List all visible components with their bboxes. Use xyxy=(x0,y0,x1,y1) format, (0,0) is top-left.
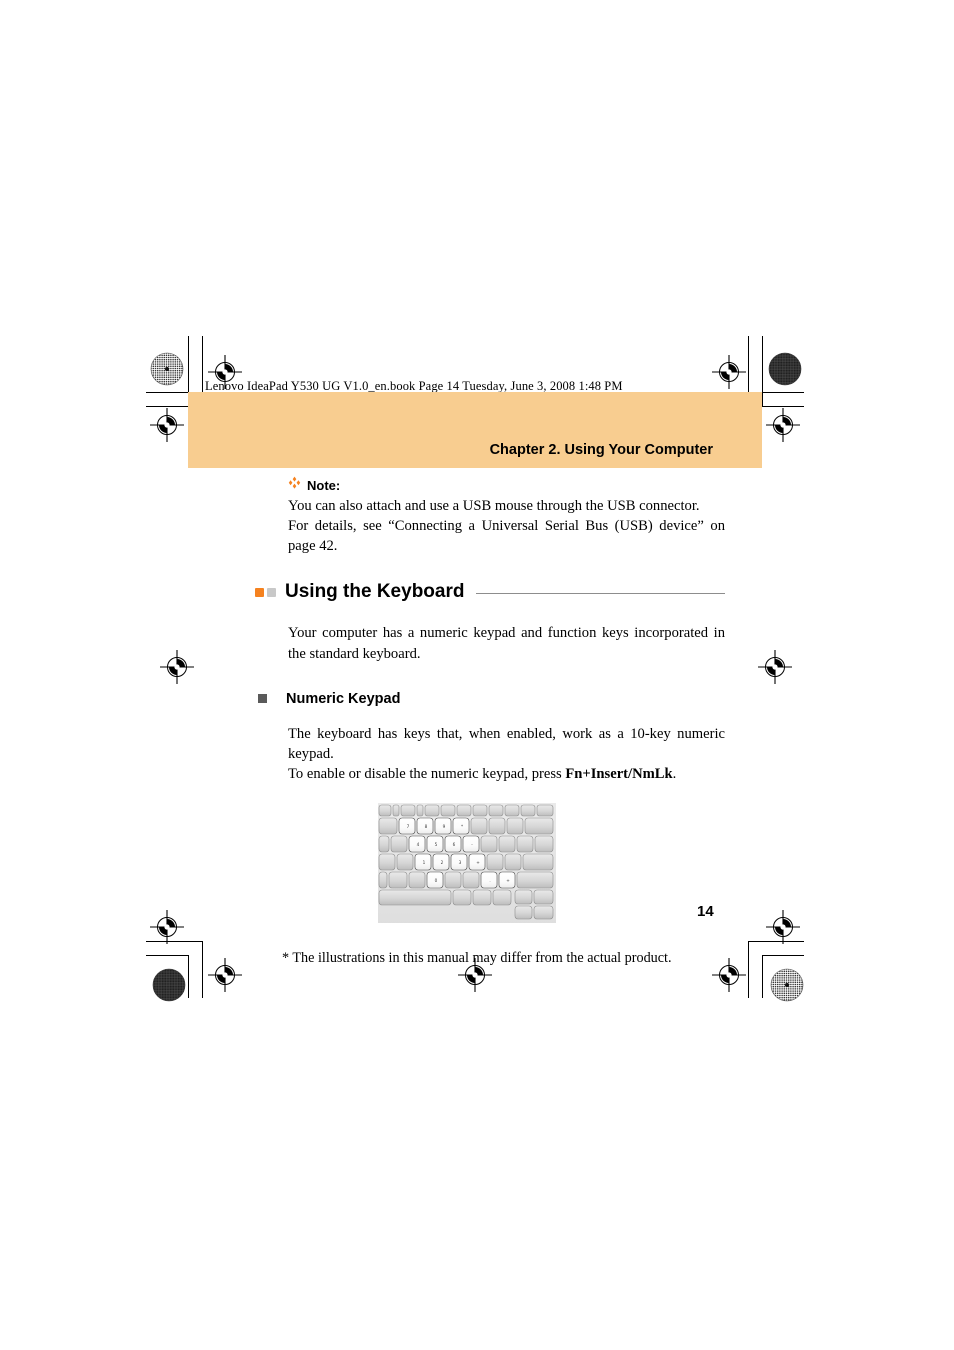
svg-text:+: + xyxy=(476,860,480,865)
section-title: Using the Keyboard xyxy=(285,581,465,603)
registration-target-icon xyxy=(712,355,746,389)
crop-mark-line xyxy=(146,955,188,956)
chapter-title: Chapter 2. Using Your Computer xyxy=(489,442,713,458)
svg-text:3: 3 xyxy=(459,860,462,865)
keyboard-shortcut-label: Fn+Insert/NmLk xyxy=(565,765,673,782)
figure-caption: * The illustrations in this manual may d… xyxy=(282,950,672,966)
registration-target-icon xyxy=(766,910,800,944)
registration-target-icon xyxy=(208,958,242,992)
page-content: Note: You can also attach and use a USB … xyxy=(255,476,725,967)
note-line-1: You can also attach and use a USB mouse … xyxy=(288,498,700,514)
note-line-3: page 42. xyxy=(288,538,338,555)
crop-mark-line xyxy=(202,336,203,393)
gray-square-bullet-icon xyxy=(267,587,276,597)
registration-target-icon xyxy=(766,408,800,442)
halftone-density-circle xyxy=(152,968,186,1002)
subsection-heading-numeric-keypad: Numeric Keypad xyxy=(258,691,725,707)
registration-target-icon xyxy=(758,650,792,684)
svg-text:1: 1 xyxy=(423,860,426,865)
svg-text:7: 7 xyxy=(407,824,410,829)
svg-text:0: 0 xyxy=(435,878,438,883)
subsection-paragraph-1: The keyboard has keys that, when enabled… xyxy=(288,725,725,762)
registration-target-icon xyxy=(160,650,194,684)
registration-target-icon xyxy=(150,408,184,442)
svg-text:+: + xyxy=(506,878,510,883)
svg-text:8: 8 xyxy=(425,824,428,829)
note-body: You can also attach and use a USB mouse … xyxy=(288,496,725,556)
section-rule-divider xyxy=(476,593,725,595)
svg-text:6: 6 xyxy=(453,842,456,847)
enable-instruction-suffix: . xyxy=(672,765,677,782)
svg-text:5: 5 xyxy=(435,842,438,847)
subsection-paragraph-2: To enable or disable the numeric keypad,… xyxy=(288,764,725,784)
enable-instruction-prefix: To enable or disable the numeric keypad,… xyxy=(288,765,566,782)
dark-square-bullet-icon xyxy=(258,694,267,704)
crop-mark-line xyxy=(188,955,189,998)
svg-text:.: . xyxy=(489,878,490,883)
halftone-density-circle xyxy=(770,968,804,1002)
crop-mark-line xyxy=(762,955,804,956)
svg-text:*: * xyxy=(461,824,463,829)
registration-target-icon xyxy=(150,910,184,944)
svg-text:4: 4 xyxy=(417,842,420,847)
page-number: 14 xyxy=(697,903,714,920)
section-heading-using-the-keyboard: Using the Keyboard xyxy=(255,581,725,603)
crop-mark-line xyxy=(762,406,804,407)
note-line-2: For details, see “Connecting a Universal… xyxy=(288,518,725,535)
halftone-density-circle xyxy=(150,352,184,386)
crop-mark-line xyxy=(748,941,749,998)
crop-mark-line xyxy=(762,336,763,407)
crop-mark-line xyxy=(146,406,188,407)
diamond-cluster-icon xyxy=(288,476,301,494)
page-sheet: Lenovo IdeaPad Y530 UG V1.0_en.book Page… xyxy=(0,0,954,1350)
section-intro-paragraph: Your computer has a numeric keypad and f… xyxy=(288,625,725,662)
crop-mark-line xyxy=(202,941,203,998)
chapter-header-banner: Chapter 2. Using Your Computer xyxy=(188,392,762,468)
orange-square-bullet-icon xyxy=(255,587,264,597)
note-label: Note: xyxy=(307,477,341,493)
crop-mark-line xyxy=(748,336,749,393)
halftone-density-circle xyxy=(768,352,802,386)
subsection-title: Numeric Keypad xyxy=(286,690,401,707)
svg-text:9: 9 xyxy=(443,824,446,829)
note-heading: Note: xyxy=(288,476,725,494)
crop-mark-line xyxy=(762,955,763,998)
svg-text:2: 2 xyxy=(441,860,444,865)
keyboard-illustration: 7 8 9 * 4 5 6 - 1 2 3 + 0 . + xyxy=(377,802,557,934)
